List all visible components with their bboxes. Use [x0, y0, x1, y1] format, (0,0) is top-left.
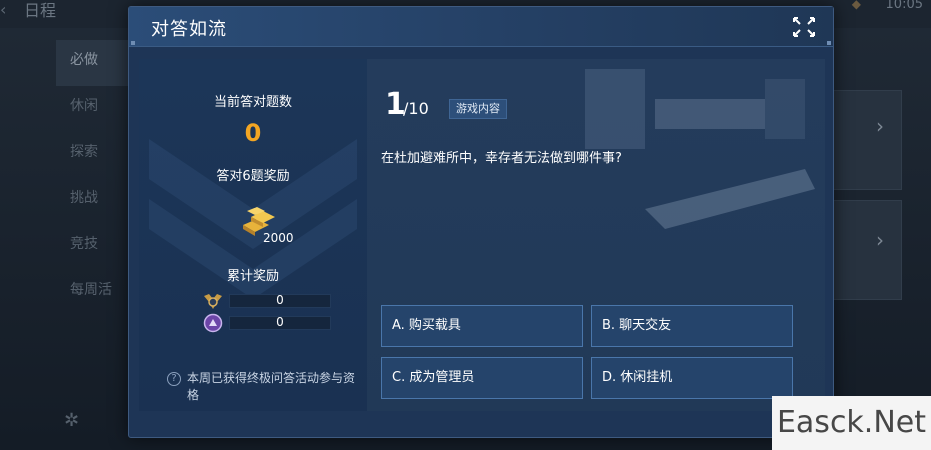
- answer-option-b[interactable]: B. 聊天交友: [591, 305, 793, 347]
- currency-icon: ◆: [851, 0, 861, 11]
- chevron-right-icon[interactable]: ›: [876, 114, 884, 138]
- reward-value: 0: [276, 293, 284, 307]
- score-panel: 当前答对题数 0 答对6题奖励 2000 累计奖励 0 0 ? 本周已获得终极问…: [139, 59, 367, 411]
- help-icon[interactable]: ?: [167, 372, 181, 386]
- dialog-title: 对答如流: [151, 19, 227, 40]
- close-icon: [793, 17, 815, 37]
- quiz-dialog: 对答如流 当前答对题数 0 答对6题奖励 2000 累计奖励 0 0 ? 本周已…: [128, 6, 834, 438]
- question-category-badge: 游戏内容: [449, 99, 507, 119]
- answer-option-a[interactable]: A. 购买载具: [381, 305, 583, 347]
- background-card: [832, 200, 902, 300]
- answer-option-d[interactable]: D. 休闲挂机: [591, 357, 793, 399]
- reward-value: 0: [276, 315, 284, 329]
- gold-amount: 2000: [263, 231, 294, 245]
- menu-item-weekly[interactable]: 每周活: [56, 270, 136, 316]
- correct-count: 0: [244, 119, 262, 147]
- question-panel: 1 /10 游戏内容 在杜加避难所中，幸存者无法做到哪件事? A. 购买载具 B…: [367, 59, 825, 411]
- watermark: Easck.Net: [772, 396, 931, 450]
- background-card: [832, 90, 902, 190]
- reward-label: 答对6题奖励: [216, 169, 290, 184]
- reward-row-token: 0: [203, 313, 333, 333]
- dialog-header: 对答如流: [129, 7, 833, 47]
- close-button[interactable]: [791, 15, 817, 39]
- gear-icon[interactable]: ✲: [64, 410, 79, 431]
- token-icon: [203, 313, 223, 333]
- background-title: 日程: [24, 1, 57, 20]
- menu-item-challenge[interactable]: 挑战: [56, 178, 136, 224]
- reward-row-medal: 0: [203, 293, 333, 309]
- chevron-right-icon[interactable]: ›: [876, 228, 884, 252]
- menu-item-explore[interactable]: 探索: [56, 132, 136, 178]
- clock: 10:05: [885, 0, 923, 12]
- background-menu: 必做 休闲 探索 挑战 竞技 每周活: [56, 40, 136, 316]
- corner-decoration: [131, 41, 135, 45]
- answer-option-c[interactable]: C. 成为管理员: [381, 357, 583, 399]
- back-chevron-icon[interactable]: ‹: [0, 0, 6, 19]
- menu-item-leisure[interactable]: 休闲: [56, 86, 136, 132]
- corner-decoration: [827, 41, 831, 45]
- cumulative-label: 累计奖励: [226, 269, 279, 284]
- question-total: /10: [403, 99, 429, 118]
- question-text: 在杜加避难所中，幸存者无法做到哪件事?: [381, 151, 622, 166]
- correct-count-label: 当前答对题数: [213, 95, 292, 110]
- info-text: 本周已获得终极问答活动参与资格: [187, 371, 356, 402]
- medal-icon: [204, 294, 222, 309]
- menu-item-must[interactable]: 必做: [56, 40, 136, 86]
- menu-item-compete[interactable]: 竞技: [56, 224, 136, 270]
